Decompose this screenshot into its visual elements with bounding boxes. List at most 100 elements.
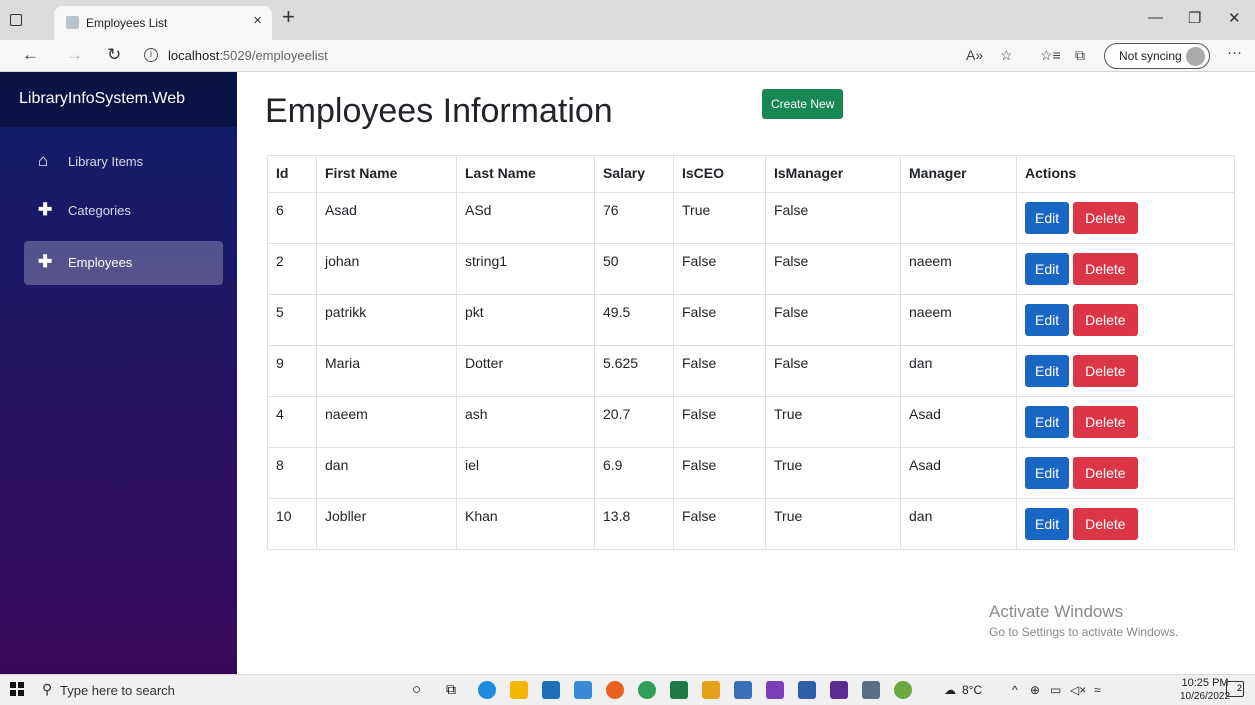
- edit-button[interactable]: Edit: [1025, 304, 1070, 336]
- windows-start-icon[interactable]: [10, 682, 24, 696]
- sidebar-item-library-items[interactable]: ⌂ Library Items: [24, 140, 223, 184]
- cell-last-name: ASd: [456, 192, 595, 244]
- edit-button[interactable]: Edit: [1025, 457, 1070, 489]
- edit-button[interactable]: Edit: [1025, 253, 1070, 285]
- notification-center-icon[interactable]: 2: [1226, 681, 1244, 697]
- word-icon[interactable]: [798, 681, 816, 699]
- cell-first-name: naeem: [316, 396, 457, 448]
- delete-button[interactable]: Delete: [1073, 457, 1138, 489]
- volume-icon[interactable]: ◁×: [1070, 683, 1086, 697]
- cell-manager: dan: [900, 345, 1017, 397]
- visual-studio-icon[interactable]: [766, 681, 784, 699]
- delete-button[interactable]: Delete: [1073, 253, 1138, 285]
- photos-icon[interactable]: [574, 681, 592, 699]
- screen: Employees List × + — ❐ ✕ ← → ↻ i localho…: [0, 0, 1255, 705]
- taskbar-search-box[interactable]: ⚲ Type here to search: [38, 675, 254, 705]
- forward-icon[interactable]: →: [66, 45, 83, 65]
- cell-actions: Edit Delete: [1016, 498, 1235, 550]
- cell-salary: 13.8: [594, 498, 674, 550]
- firefox-icon[interactable]: [606, 681, 624, 699]
- tools-icon[interactable]: [702, 681, 720, 699]
- weather-icon[interactable]: ☁: [944, 683, 956, 697]
- delete-button[interactable]: Delete: [1073, 202, 1138, 234]
- terminal-icon[interactable]: [830, 681, 848, 699]
- activate-windows-watermark: Activate Windows Go to Settings to activ…: [989, 602, 1178, 639]
- app-icon-2[interactable]: [894, 681, 912, 699]
- col-header-isceo: IsCEO: [673, 155, 766, 193]
- profile-sync-button[interactable]: Not syncing: [1104, 43, 1210, 69]
- table-header-row: Id First Name Last Name Salary IsCEO IsM…: [267, 155, 1235, 193]
- taskbar-clock[interactable]: 10:25 PM 10/26/2022: [1180, 677, 1230, 703]
- plus-icon: ✚: [38, 200, 53, 219]
- battery-icon[interactable]: ▭: [1050, 683, 1061, 697]
- browser-tab[interactable]: Employees List ×: [54, 6, 272, 40]
- new-tab-button[interactable]: +: [282, 6, 295, 28]
- sidebar-item-label: Employees: [68, 255, 133, 270]
- app-icon[interactable]: [862, 681, 880, 699]
- file-explorer-icon[interactable]: [510, 681, 528, 699]
- sidebar: LibraryInfoSystem.Web ⌂ Library Items ✚ …: [0, 72, 237, 674]
- address-bar: ← → ↻ i localhost:5029/employeelist A» ☆…: [0, 40, 1255, 72]
- sidebar-item-employees[interactable]: ✚ Employees: [24, 241, 223, 285]
- favorites-icon[interactable]: ☆≡: [1040, 47, 1061, 64]
- refresh-icon[interactable]: ↻: [107, 45, 121, 65]
- table-row: 9 Maria Dotter 5.625 False False dan Edi…: [267, 345, 1235, 397]
- taskbar: ⚲ Type here to search ○ ⧉ ☁ 8°C ^ ⊕ ▭ ◁×: [0, 674, 1255, 705]
- more-options-icon[interactable]: ···: [1227, 44, 1242, 61]
- employees-table: Id First Name Last Name Salary IsCEO IsM…: [267, 155, 1235, 550]
- edge-icon[interactable]: [478, 681, 496, 699]
- weather-temp[interactable]: 8°C: [962, 683, 982, 697]
- delete-button[interactable]: Delete: [1073, 304, 1138, 336]
- cell-actions: Edit Delete: [1016, 192, 1235, 244]
- edit-button[interactable]: Edit: [1025, 406, 1070, 438]
- table-row: 4 naeem ash 20.7 False True Asad Edit Del…: [267, 396, 1235, 448]
- delete-button[interactable]: Delete: [1073, 508, 1138, 540]
- cell-first-name: johan: [316, 243, 457, 295]
- cell-last-name: iel: [456, 447, 595, 499]
- cell-actions: Edit Delete: [1016, 243, 1235, 295]
- plus-icon: ✚: [38, 252, 53, 271]
- table-row: 10 Jobller Khan 13.8 False True dan Edit…: [267, 498, 1235, 550]
- cell-salary: 5.625: [594, 345, 674, 397]
- back-icon[interactable]: ←: [22, 45, 39, 65]
- tray-chevron-icon[interactable]: ^: [1012, 683, 1018, 697]
- cell-isceo: False: [673, 294, 766, 346]
- chrome-icon[interactable]: [638, 681, 656, 699]
- table-row: 6 Asad ASd 76 True False Edit Delete: [267, 192, 1235, 244]
- cell-first-name: patrikk: [316, 294, 457, 346]
- read-aloud-icon[interactable]: A»: [966, 47, 983, 63]
- sidebar-item-categories[interactable]: ✚ Categories: [24, 189, 223, 233]
- onedrive-icon[interactable]: ⊕: [1030, 683, 1040, 697]
- edit-button[interactable]: Edit: [1025, 355, 1070, 387]
- cell-ismanager: False: [765, 243, 901, 295]
- favorite-add-icon[interactable]: ☆: [1000, 47, 1013, 64]
- create-new-button[interactable]: Create New: [762, 89, 844, 119]
- minimize-icon[interactable]: —: [1148, 9, 1163, 26]
- url-field[interactable]: localhost:5029/employeelist: [168, 48, 328, 63]
- excel-icon[interactable]: [670, 681, 688, 699]
- edit-button[interactable]: Edit: [1025, 508, 1070, 540]
- brand-link[interactable]: LibraryInfoSystem.Web: [19, 90, 185, 108]
- task-view-icon[interactable]: ⧉: [446, 681, 464, 699]
- cortana-icon[interactable]: ○: [412, 681, 430, 699]
- edit-button[interactable]: Edit: [1025, 202, 1070, 234]
- delete-button[interactable]: Delete: [1073, 406, 1138, 438]
- clock-date: 10/26/2022: [1180, 691, 1231, 702]
- vscode-icon[interactable]: [734, 681, 752, 699]
- close-window-icon[interactable]: ✕: [1228, 9, 1241, 27]
- close-tab-icon[interactable]: ×: [253, 12, 262, 29]
- search-icon: ⚲: [42, 681, 53, 697]
- cell-ismanager: False: [765, 345, 901, 397]
- delete-button[interactable]: Delete: [1073, 355, 1138, 387]
- page-favicon-icon: [66, 16, 79, 29]
- tab-actions-icon[interactable]: [10, 14, 22, 26]
- site-info-icon[interactable]: i: [144, 48, 158, 62]
- restore-icon[interactable]: ❐: [1188, 9, 1201, 27]
- wifi-icon[interactable]: ≈: [1094, 683, 1101, 697]
- avatar-icon: [1186, 47, 1205, 66]
- mail-icon[interactable]: [542, 681, 560, 699]
- cell-actions: Edit Delete: [1016, 345, 1235, 397]
- cell-id: 4: [267, 396, 317, 448]
- col-header-actions: Actions: [1016, 155, 1235, 193]
- collections-icon[interactable]: ⧉: [1075, 47, 1085, 64]
